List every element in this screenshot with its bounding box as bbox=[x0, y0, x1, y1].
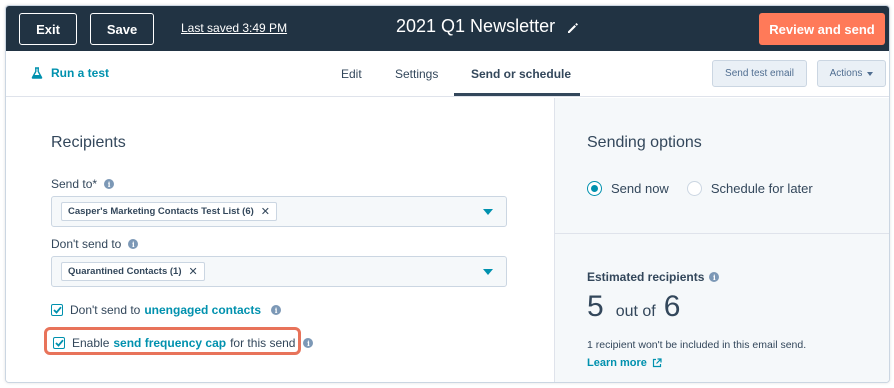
schedule-later-radio[interactable] bbox=[686, 181, 702, 196]
info-icon[interactable]: i bbox=[303, 338, 314, 348]
dont-send-tag-label: Quarantined Contacts (1) bbox=[68, 266, 182, 277]
run-test-link[interactable]: Run a test bbox=[31, 66, 109, 80]
chevron-down-icon[interactable] bbox=[483, 209, 493, 215]
send-to-tag-label: Casper's Marketing Contacts Test List (6… bbox=[68, 206, 254, 217]
sub-navigation: Run a test Edit Settings Send or schedul… bbox=[6, 51, 889, 97]
dont-send-tag: Quarantined Contacts (1) ✕ bbox=[61, 262, 205, 281]
send-timing-radio-group: Send now Schedule for later bbox=[587, 181, 813, 196]
info-icon[interactable]: i bbox=[271, 305, 282, 315]
tab-settings[interactable]: Settings bbox=[395, 67, 438, 81]
save-button[interactable]: Save bbox=[90, 13, 154, 45]
page-title: 2021 Q1 Newsletter bbox=[396, 16, 556, 36]
tab-edit[interactable]: Edit bbox=[341, 67, 362, 81]
pencil-icon[interactable] bbox=[567, 21, 579, 33]
active-tab-indicator bbox=[454, 93, 580, 96]
recipients-heading: Recipients bbox=[51, 134, 126, 151]
close-icon[interactable]: ✕ bbox=[261, 205, 270, 218]
unengaged-contacts-link[interactable]: unengaged contacts bbox=[144, 303, 261, 317]
frequency-cap-checkbox[interactable] bbox=[53, 337, 65, 349]
unengaged-prefix: Don't send to bbox=[70, 303, 141, 317]
flask-icon bbox=[31, 67, 43, 79]
checkmark-icon bbox=[52, 306, 62, 314]
email-editor-window: Exit Save Last saved 3:49 PM 2021 Q1 New… bbox=[5, 5, 890, 383]
recipients-panel: Recipients Send to* i Casper's Marketing… bbox=[6, 98, 554, 382]
unengaged-checkbox[interactable] bbox=[51, 304, 63, 316]
estimated-recipients-label-row: Estimated recipients i bbox=[587, 270, 720, 284]
estimated-recipients-label: Estimated recipients bbox=[587, 270, 705, 284]
run-test-label: Run a test bbox=[51, 66, 110, 80]
frequency-cap-prefix: Enable bbox=[72, 336, 110, 350]
sending-options-panel: Sending options Send now Schedule for la… bbox=[554, 98, 889, 382]
frequency-cap-checkbox-row: Enable send frequency cap for this send … bbox=[53, 336, 314, 350]
excluded-note: 1 recipient won't be included in this em… bbox=[587, 339, 807, 351]
frequency-cap-suffix: for this send bbox=[230, 336, 296, 350]
tab-send-or-schedule[interactable]: Send or schedule bbox=[471, 67, 571, 81]
send-to-select[interactable]: Casper's Marketing Contacts Test List (6… bbox=[51, 196, 507, 227]
checkmark-icon bbox=[54, 339, 64, 347]
radio-selected-dot bbox=[591, 185, 598, 192]
review-and-send-button[interactable]: Review and send bbox=[759, 13, 885, 45]
title-container: 2021 Q1 Newsletter bbox=[396, 16, 579, 37]
last-saved-link[interactable]: Last saved 3:49 PM bbox=[181, 21, 287, 35]
external-link-icon bbox=[652, 358, 662, 368]
actions-dropdown-button[interactable]: Actions bbox=[817, 60, 886, 87]
dont-send-label-row: Don't send to i bbox=[51, 237, 139, 251]
learn-more-label: Learn more bbox=[587, 357, 647, 369]
included-count: 5 bbox=[587, 290, 604, 323]
info-icon[interactable]: i bbox=[709, 272, 720, 282]
dont-send-label: Don't send to bbox=[51, 237, 122, 251]
unengaged-checkbox-row: Don't send to unengaged contacts i bbox=[51, 303, 282, 317]
send-to-tag: Casper's Marketing Contacts Test List (6… bbox=[61, 202, 278, 221]
send-to-label: Send to* bbox=[51, 177, 98, 191]
estimated-recipients-count: 5 out of 6 bbox=[587, 290, 680, 324]
sending-options-heading: Sending options bbox=[587, 134, 702, 151]
send-test-email-button[interactable]: Send test email bbox=[712, 60, 807, 87]
exit-button[interactable]: Exit bbox=[19, 13, 77, 45]
send-now-radio[interactable] bbox=[587, 181, 602, 196]
send-now-label: Send now bbox=[611, 181, 669, 196]
divider bbox=[555, 233, 889, 234]
send-to-label-row: Send to* i bbox=[51, 177, 115, 191]
out-of-label: out of bbox=[615, 303, 656, 320]
top-bar: Exit Save Last saved 3:49 PM 2021 Q1 New… bbox=[6, 6, 889, 51]
dont-send-select[interactable]: Quarantined Contacts (1) ✕ bbox=[51, 256, 507, 287]
actions-label: Actions bbox=[829, 68, 863, 79]
send-frequency-cap-link[interactable]: send frequency cap bbox=[113, 336, 226, 350]
info-icon[interactable]: i bbox=[128, 239, 139, 249]
schedule-later-label: Schedule for later bbox=[710, 181, 813, 196]
total-count: 6 bbox=[663, 290, 681, 323]
learn-more-link[interactable]: Learn more bbox=[587, 357, 662, 369]
chevron-down-icon[interactable] bbox=[483, 269, 493, 275]
close-icon[interactable]: ✕ bbox=[189, 265, 198, 278]
chevron-down-icon bbox=[867, 71, 874, 76]
info-icon[interactable]: i bbox=[104, 179, 115, 189]
